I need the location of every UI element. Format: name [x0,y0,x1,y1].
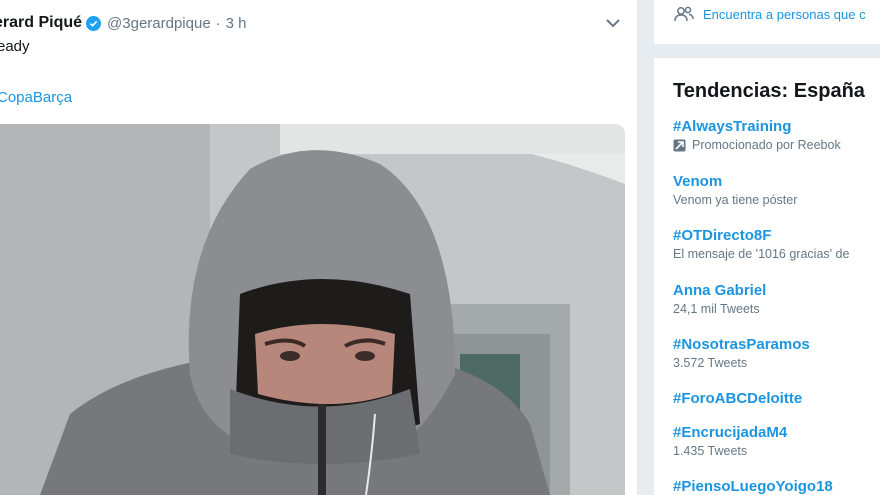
tweet-photo[interactable] [0,124,625,495]
author-name[interactable]: erard Piqué [0,14,82,32]
trends-title: Tendencias: España [673,80,865,102]
trend-name[interactable]: #OTDirecto8F [673,227,849,244]
find-people-link[interactable]: Encuentra a personas que c [674,6,866,22]
verified-badge-icon [86,15,102,31]
trend-meta-text: Promocionado por Reebok [692,138,841,152]
trend-meta-text: El mensaje de '1016 gracias' de [673,247,850,261]
tweet-text: eady [0,38,30,55]
trend-name[interactable]: Anna Gabriel [673,282,766,299]
trend-name[interactable]: #ForoABCDeloitte [673,390,802,407]
tweet-card: erard Piqué @3gerardpique · 3 h eady Cop… [0,0,637,495]
trend-name[interactable]: #EncrucijadaM4 [673,424,787,441]
trend-item[interactable]: Anna Gabriel 24,1 mil Tweets [673,282,766,316]
trend-meta-text: 24,1 mil Tweets [673,302,760,316]
separator-dot: · [215,14,221,32]
trend-meta-text: Venom ya tiene póster [673,193,798,207]
promoted-icon [673,139,686,152]
trends-panel: Tendencias: España #AlwaysTraining Promo… [654,58,880,495]
trend-item[interactable]: #NosotrasParamos 3.572 Tweets [673,336,810,370]
find-people-label: Encuentra a personas que c [703,6,866,22]
trend-item[interactable]: #AlwaysTraining Promocionado por Reebok [673,118,841,152]
trend-item[interactable]: #EncrucijadaM4 1.435 Tweets [673,424,787,458]
trend-name[interactable]: #AlwaysTraining [673,118,841,135]
tweet-hashtag-link[interactable]: CopaBarça [0,89,72,106]
chevron-down-icon[interactable] [604,16,622,30]
who-to-follow-card: Encuentra a personas que c [654,0,880,44]
trend-item[interactable]: #PiensoLuegoYoigo18 [673,478,833,495]
trend-item[interactable]: Venom Venom ya tiene póster [673,173,797,207]
trend-meta-text: 1.435 Tweets [673,444,748,458]
trend-meta: Promocionado por Reebok [673,138,841,152]
tweet-timestamp[interactable]: 3 h [226,15,247,32]
trend-item[interactable]: #ForoABCDeloitte [673,390,802,407]
trend-name[interactable]: #NosotrasParamos [673,336,810,353]
trend-item[interactable]: #OTDirecto8F El mensaje de '1016 gracias… [673,227,849,261]
trend-name[interactable]: #PiensoLuegoYoigo18 [673,478,833,495]
people-icon [674,6,694,22]
tweet-header: erard Piqué @3gerardpique · 3 h [0,12,247,34]
author-handle[interactable]: @3gerardpique [107,15,211,32]
trend-meta-text: 3.572 Tweets [673,356,748,370]
trend-name[interactable]: Venom [673,173,797,190]
